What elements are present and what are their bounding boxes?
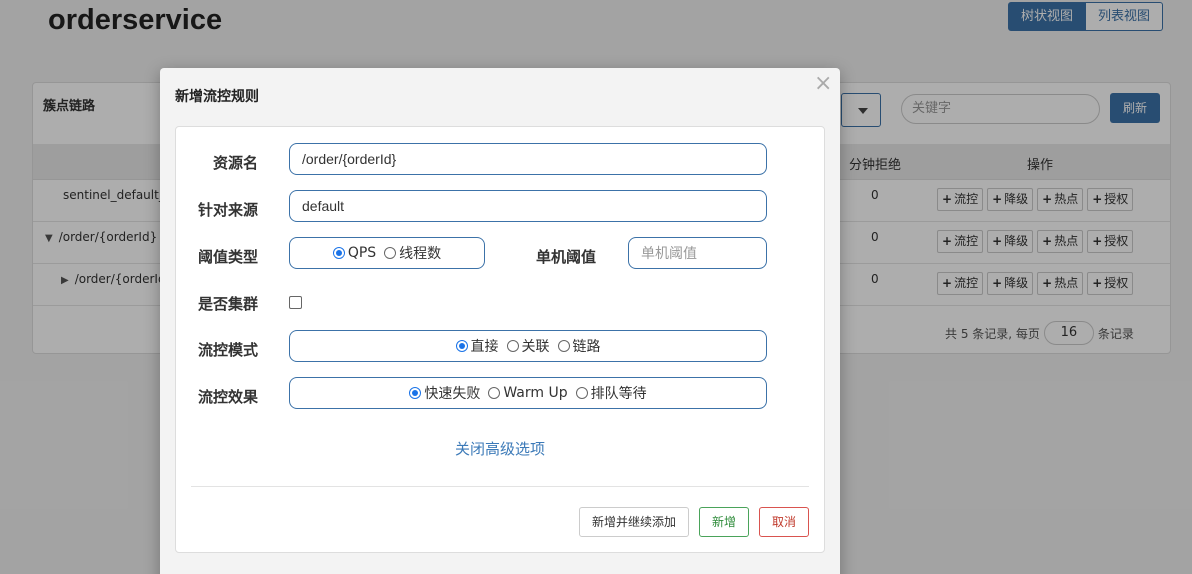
close-icon[interactable]: × <box>814 72 832 96</box>
cluster-label: 是否集群 <box>198 295 259 313</box>
mode-relate[interactable]: 关联 <box>506 336 550 356</box>
source-label: 针对来源 <box>198 201 259 219</box>
effect-warm-up[interactable]: Warm Up <box>488 385 568 401</box>
add-button[interactable]: 新增 <box>699 507 749 537</box>
radio-icon <box>557 340 570 352</box>
resource-input[interactable]: /order/{orderId} <box>289 143 767 175</box>
effect-group: 快速失败 Warm Up 排队等待 <box>289 377 767 409</box>
effect-queue[interactable]: 排队等待 <box>575 383 647 403</box>
threshold-type-qps[interactable]: QPS <box>332 245 376 261</box>
rule-form: 资源名 /order/{orderId} 针对来源 default 阈值类型 Q… <box>175 126 825 553</box>
radio-icon <box>384 247 397 259</box>
mode-group: 直接 关联 链路 <box>289 330 767 362</box>
radio-selected-icon <box>455 340 468 352</box>
mode-label: 流控模式 <box>198 341 259 359</box>
single-threshold-label: 单机阈值 <box>536 248 597 266</box>
cancel-button[interactable]: 取消 <box>759 507 809 537</box>
threshold-type-group: QPS 线程数 <box>289 237 485 269</box>
threshold-type-label: 阈值类型 <box>198 248 259 266</box>
mode-chain[interactable]: 链路 <box>557 336 601 356</box>
single-threshold-input[interactable]: 单机阈值 <box>628 237 767 269</box>
resource-label: 资源名 <box>213 154 259 172</box>
radio-selected-icon <box>332 247 345 259</box>
radio-icon <box>506 340 519 352</box>
radio-icon <box>488 387 501 399</box>
effect-fast-fail[interactable]: 快速失败 <box>409 383 480 403</box>
effect-label: 流控效果 <box>198 388 259 406</box>
add-and-continue-button[interactable]: 新增并继续添加 <box>579 507 689 537</box>
toggle-advanced-link[interactable]: 关闭高级选项 <box>176 438 824 459</box>
divider <box>191 486 809 487</box>
dialog-title: 新增流控规则 <box>175 89 259 105</box>
radio-icon <box>575 387 588 399</box>
add-flow-rule-dialog: 新增流控规则 × 资源名 /order/{orderId} 针对来源 defau… <box>160 68 840 574</box>
mode-direct[interactable]: 直接 <box>455 336 499 356</box>
source-input[interactable]: default <box>289 190 767 222</box>
cluster-checkbox[interactable] <box>289 296 302 309</box>
radio-selected-icon <box>409 387 422 399</box>
threshold-type-thread[interactable]: 线程数 <box>384 243 441 263</box>
